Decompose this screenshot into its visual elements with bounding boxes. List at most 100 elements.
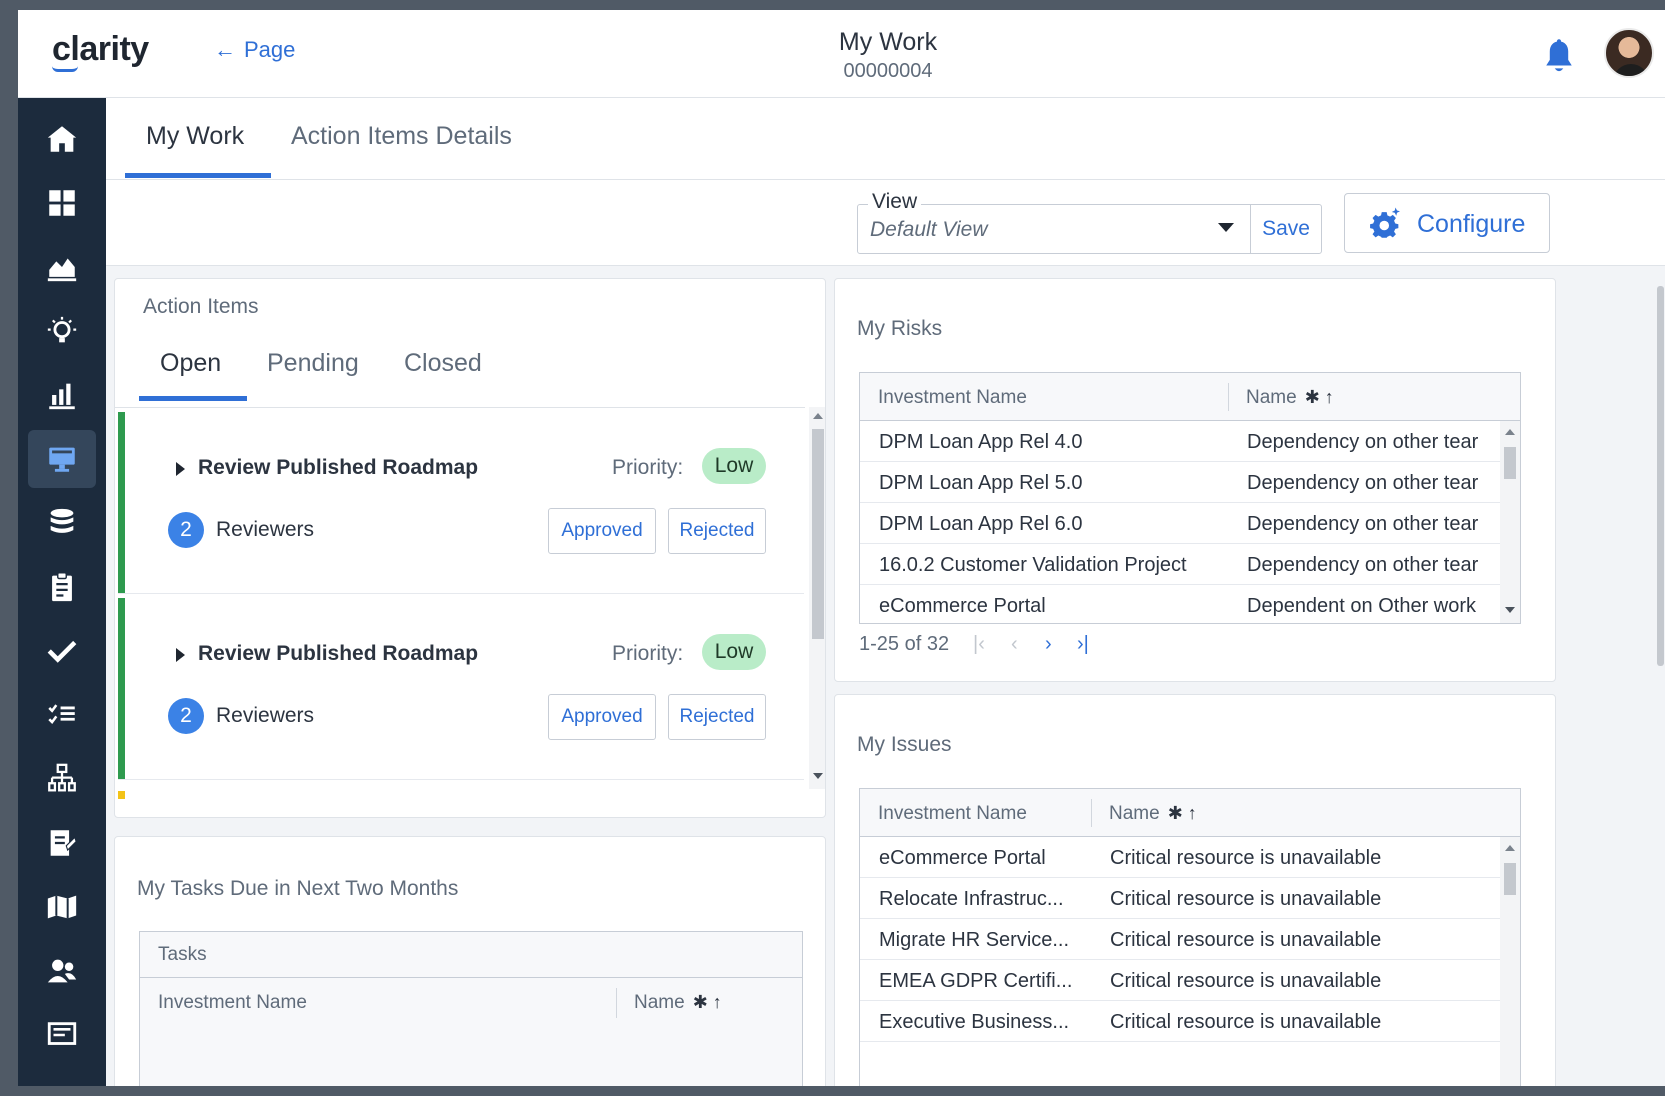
page-subtitle: 00000004: [843, 60, 933, 82]
reviewer-count-badge: 2: [168, 698, 204, 734]
caret-down-icon[interactable]: [1218, 223, 1234, 232]
scrollbar-thumb[interactable]: [1504, 863, 1516, 895]
column-header-name-label: Name: [1109, 803, 1160, 824]
back-to-page-link[interactable]: ← Page: [214, 37, 295, 63]
tab-my-work[interactable]: My Work: [146, 122, 244, 151]
last-page-icon[interactable]: ›|: [1077, 633, 1089, 656]
column-header-name[interactable]: Name ✱ ↑: [1109, 803, 1197, 825]
arrow-left-icon: ←: [214, 37, 236, 62]
tasks-group-header: Tasks: [140, 932, 802, 978]
save-view-button[interactable]: Save: [1250, 204, 1322, 254]
investment-name-cell: DPM Loan App Rel 4.0: [879, 431, 1083, 453]
action-item-title[interactable]: Review Published Roadmap: [198, 642, 478, 666]
scrollbar-thumb[interactable]: [1504, 447, 1516, 479]
sort-ascending-icon[interactable]: ✱ ↑: [1305, 387, 1334, 407]
risk-name-cell: Dependency on other tear: [1247, 431, 1479, 453]
issues-grid-scrollbar[interactable]: [1500, 837, 1520, 1086]
scroll-up-icon[interactable]: [1505, 429, 1515, 435]
sidebar-item-organization[interactable]: [28, 750, 96, 808]
caret-right-icon[interactable]: [176, 462, 185, 476]
caret-right-icon[interactable]: [176, 648, 185, 662]
column-header-name[interactable]: Name ✱ ↑: [1246, 387, 1334, 409]
approved-button[interactable]: Approved: [548, 508, 656, 554]
page-scrollbar[interactable]: [1655, 266, 1665, 1086]
prev-page-icon[interactable]: ‹: [1011, 633, 1018, 656]
investment-name-cell: Executive Business...: [879, 1011, 1070, 1033]
my-issues-title: My Issues: [857, 733, 952, 756]
sidebar-item-approvals[interactable]: [28, 622, 96, 680]
sort-ascending-icon[interactable]: ✱ ↑: [693, 992, 722, 1012]
sidebar-item-home[interactable]: [28, 110, 96, 168]
column-divider[interactable]: [1091, 799, 1092, 827]
back-link-label: Page: [244, 37, 296, 62]
scrollbar-thumb[interactable]: [812, 429, 824, 639]
column-header-investment-name[interactable]: Investment Name: [878, 803, 1027, 825]
clarity-logo[interactable]: clarity: [52, 30, 149, 69]
action-items-list: Review Published Roadmap Priority: Low 2…: [115, 407, 805, 789]
sidebar-item-dashboards[interactable]: [28, 174, 96, 232]
reviewers-label: Reviewers: [216, 704, 315, 727]
table-row[interactable]: DPM Loan App Rel 6.0 Dependency on other…: [860, 503, 1500, 544]
approved-button[interactable]: Approved: [548, 694, 656, 740]
status-bar-yellow: [118, 791, 125, 799]
action-item[interactable]: Review Published Roadmap Priority: Low 2…: [118, 412, 804, 594]
first-page-icon[interactable]: |‹: [973, 633, 985, 656]
scroll-down-icon[interactable]: [1505, 607, 1515, 613]
user-avatar[interactable]: [1604, 28, 1654, 78]
table-row[interactable]: Executive Business... Critical resource …: [860, 1001, 1500, 1042]
action-item[interactable]: Review Published Roadmap Priority: Low 2…: [118, 598, 804, 780]
action-item-title[interactable]: Review Published Roadmap: [198, 456, 478, 480]
table-row[interactable]: EMEA GDPR Certifi... Critical resource i…: [860, 960, 1500, 1001]
tab-closed[interactable]: Closed: [404, 349, 482, 378]
column-header-name-label: Name: [1246, 387, 1297, 408]
database-icon: [50, 508, 74, 533]
checklist-icon: [48, 704, 75, 725]
table-row[interactable]: eCommerce Portal Dependent on Other work: [860, 585, 1500, 623]
sidebar-item-tasks[interactable]: [28, 558, 96, 616]
sidebar-item-reports-list[interactable]: [28, 1006, 96, 1064]
table-row[interactable]: Relocate Infrastruc... Critical resource…: [860, 878, 1500, 919]
risks-grid-scrollbar[interactable]: [1500, 421, 1520, 623]
column-divider[interactable]: [1228, 383, 1229, 411]
scroll-down-icon[interactable]: [813, 773, 823, 779]
rejected-button[interactable]: Rejected: [668, 694, 766, 740]
sidebar-item-analytics[interactable]: [28, 238, 96, 296]
investment-name-cell: 16.0.2 Customer Validation Project: [879, 554, 1187, 576]
configure-button[interactable]: Configure: [1344, 193, 1550, 253]
investment-name-cell: Relocate Infrastruc...: [879, 888, 1064, 910]
sidebar-item-resources[interactable]: [28, 942, 96, 1000]
action-items-card: Action Items Open Pending Closed Review …: [114, 278, 826, 818]
column-divider[interactable]: [616, 988, 617, 1018]
rejected-button[interactable]: Rejected: [668, 508, 766, 554]
sidebar-item-roadmaps[interactable]: [28, 878, 96, 936]
sidebar-item-checklist[interactable]: [28, 686, 96, 744]
table-row[interactable]: eCommerce Portal Critical resource is un…: [860, 837, 1500, 878]
next-page-icon[interactable]: ›: [1045, 633, 1052, 656]
column-header-investment-name[interactable]: Investment Name: [878, 387, 1027, 409]
scroll-up-icon[interactable]: [1505, 845, 1515, 851]
view-field-label: View: [868, 190, 922, 214]
sort-ascending-icon[interactable]: ✱ ↑: [1168, 803, 1197, 823]
people-icon: [47, 959, 77, 983]
sidebar-item-reports[interactable]: [28, 366, 96, 424]
action-items-title: Action Items: [143, 295, 259, 318]
scrollbar-thumb[interactable]: [1657, 286, 1664, 666]
sidebar-item-my-work[interactable]: [28, 430, 96, 488]
tab-pending[interactable]: Pending: [267, 349, 359, 378]
column-header-name[interactable]: Name ✱ ↑: [634, 992, 722, 1014]
tab-action-items-details[interactable]: Action Items Details: [291, 122, 512, 151]
table-row[interactable]: DPM Loan App Rel 4.0 Dependency on other…: [860, 421, 1500, 462]
action-list-scrollbar[interactable]: [809, 407, 825, 789]
tab-open[interactable]: Open: [160, 349, 221, 378]
table-row[interactable]: 16.0.2 Customer Validation Project Depen…: [860, 544, 1500, 585]
sidebar-item-timesheets[interactable]: [28, 814, 96, 872]
table-row[interactable]: DPM Loan App Rel 5.0 Dependency on other…: [860, 462, 1500, 503]
sidebar-item-investments[interactable]: [28, 494, 96, 552]
column-header-investment-name[interactable]: Investment Name: [158, 992, 307, 1014]
sidebar-item-ideas[interactable]: [28, 302, 96, 360]
scroll-up-icon[interactable]: [813, 413, 823, 419]
app-window: clarity ← Page My Work 00000004 My Work …: [18, 10, 1665, 1086]
bell-icon[interactable]: [1542, 38, 1576, 76]
table-row[interactable]: Migrate HR Service... Critical resource …: [860, 919, 1500, 960]
logo-swoosh-icon: [52, 66, 78, 72]
